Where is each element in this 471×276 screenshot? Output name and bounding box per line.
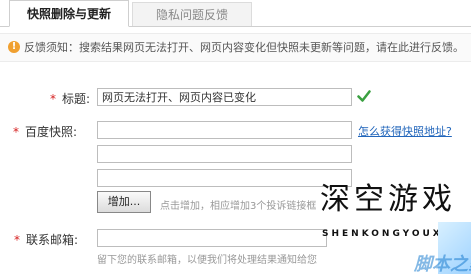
snapshot-url-input-3[interactable] — [97, 169, 352, 187]
add-hint: 点击增加，相应增加3个投诉链接框 — [160, 201, 317, 212]
snapshot-url-input-2[interactable] — [97, 145, 352, 163]
check-icon — [357, 90, 371, 102]
corner-watermark-text: 脚本之家 — [414, 254, 471, 275]
required-marker: * — [13, 125, 19, 139]
email-input[interactable] — [97, 229, 327, 247]
info-icon: ! — [8, 41, 20, 53]
watermark-char: 空 — [354, 182, 384, 217]
how-to-get-snapshot-link[interactable]: 怎么获得快照地址? — [358, 123, 452, 139]
tab-bar: 快照删除与更新 隐私问题反馈 — [0, 0, 471, 27]
required-marker: * — [50, 92, 56, 106]
watermark-logo: 深 空 游 戏 SHENKONGYOUXI — [318, 174, 454, 252]
watermark-char: 戏 — [422, 182, 452, 217]
add-button[interactable]: 增加... — [97, 191, 151, 213]
title-input[interactable] — [97, 88, 352, 106]
watermark-char: 深 — [320, 182, 350, 217]
watermark-chars: 深 空 游 戏 — [318, 174, 454, 226]
email-label: * 联系邮箱: — [14, 233, 79, 247]
watermark-char: 游 — [388, 182, 418, 217]
title-label: * 标题: — [50, 92, 91, 106]
watermark-latin: SHENKONGYOUXI — [322, 229, 450, 239]
email-hint: 留下您的联系邮箱，以便我们将处理结果通知给您 — [97, 255, 317, 266]
required-marker: * — [14, 233, 20, 247]
snapshot-label: * 百度快照: — [13, 125, 78, 139]
tab-snapshot-update[interactable]: 快照删除与更新 — [9, 0, 129, 27]
notice-bar: ! 反馈须知：搜索结果网页无法打开、网页内容变化但快照未更新等问题，请在此进行反… — [0, 33, 471, 62]
notice-text: 反馈须知：搜索结果网页无法打开、网页内容变化但快照未更新等问题，请在此进行反馈。 — [24, 41, 464, 54]
tab-privacy-feedback[interactable]: 隐私问题反馈 — [132, 2, 252, 26]
snapshot-url-input-1[interactable] — [97, 121, 352, 139]
